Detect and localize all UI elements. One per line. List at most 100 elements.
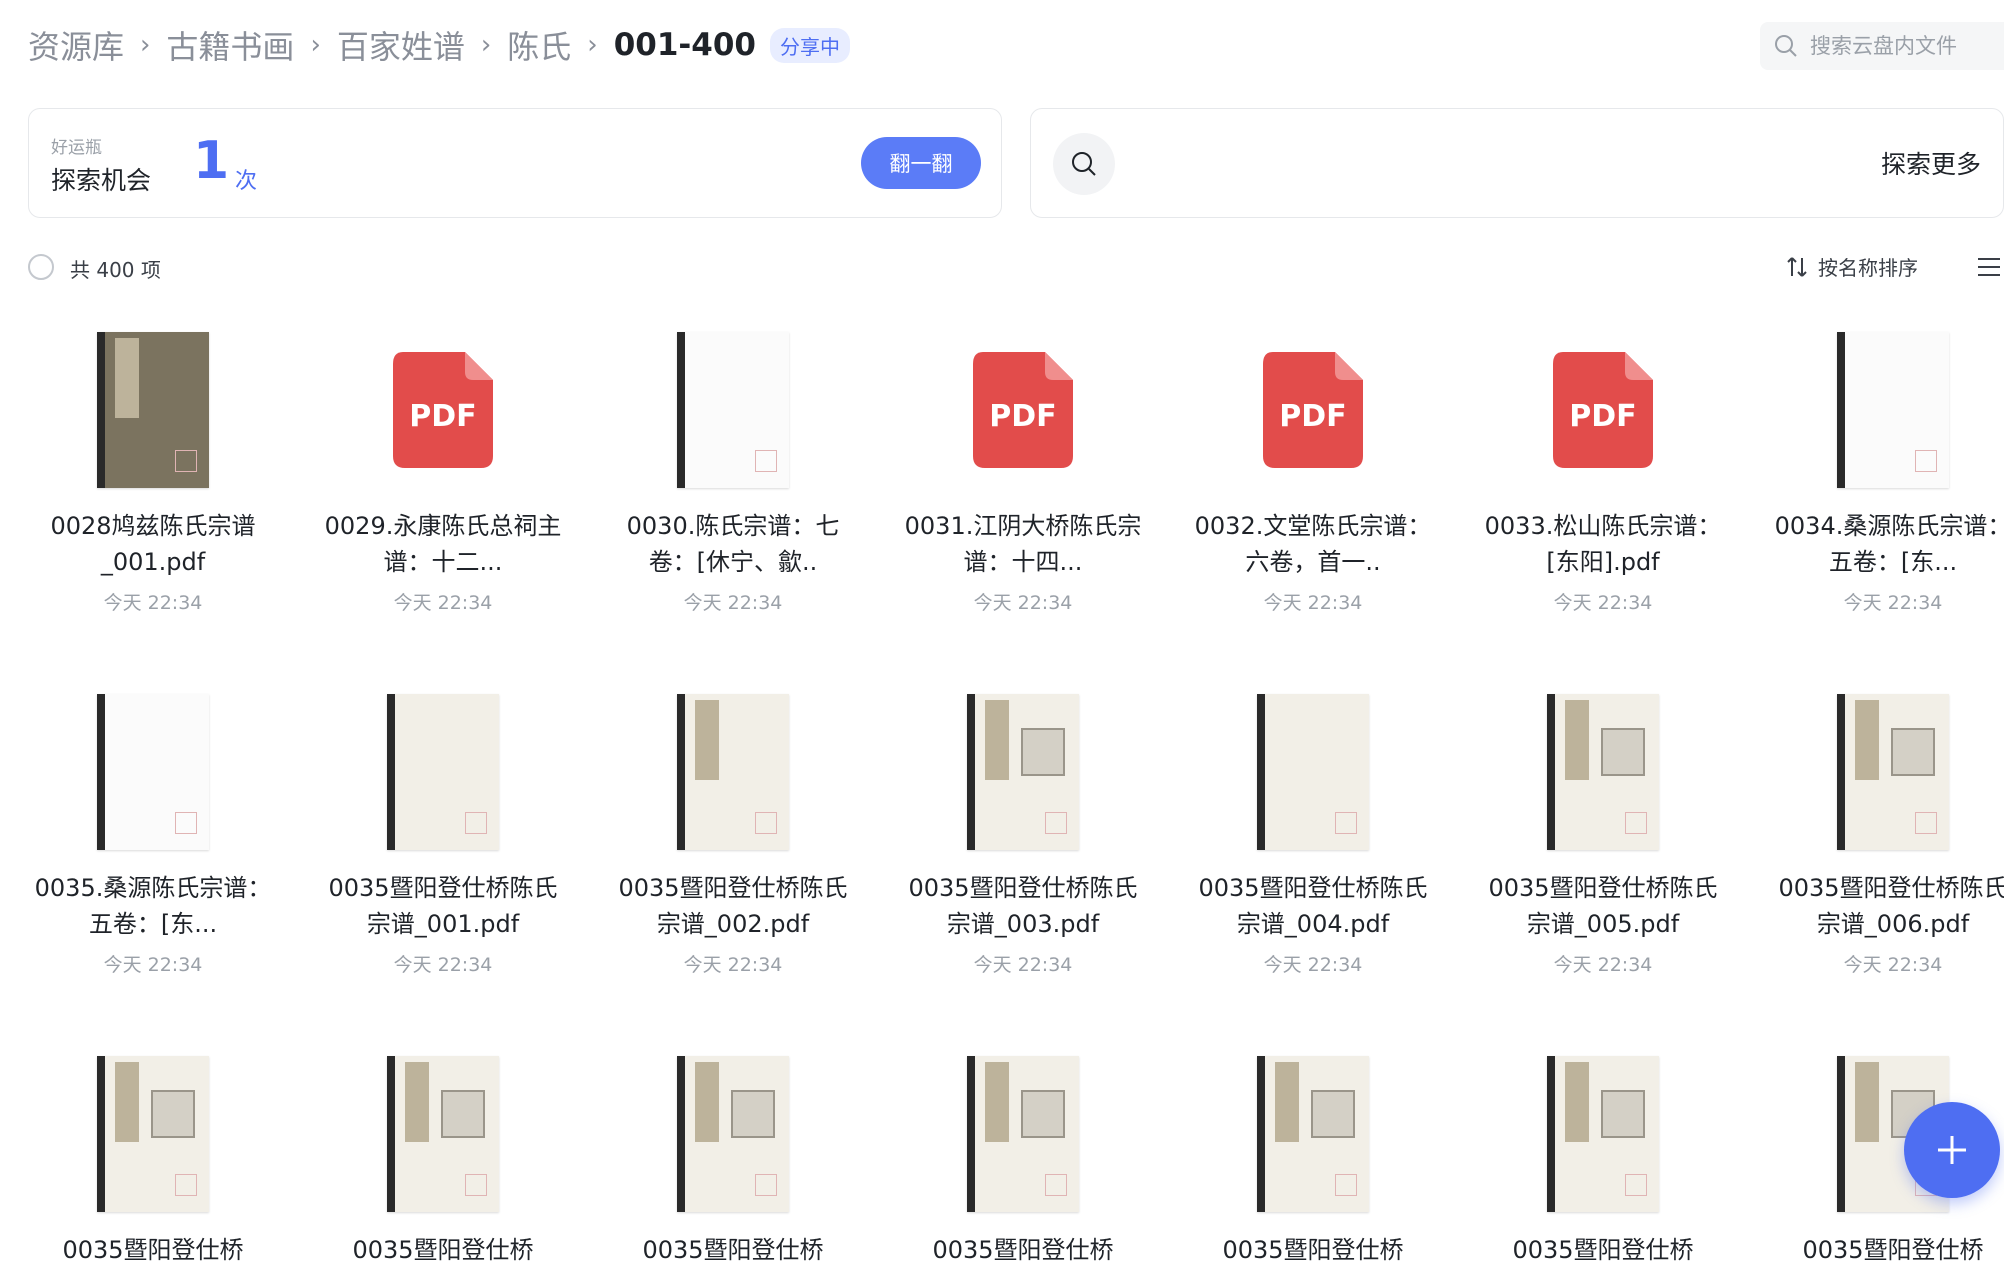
file-item[interactable]: 0030.陈氏宗谱：七卷：[休宁、歙.. 今天 22:34	[608, 320, 858, 615]
file-item[interactable]: PDF 0031.江阴大桥陈氏宗谱：十四... 今天 22:34	[898, 320, 1148, 615]
file-name: 0035.桑源陈氏宗谱：五卷：[东...	[34, 874, 272, 938]
breadcrumb-item-resources[interactable]: 资源库	[28, 22, 124, 68]
file-thumbnail[interactable]	[1478, 682, 1728, 862]
file-name: 0035暨阳登仕桥	[62, 1236, 244, 1264]
book-cover-thumbnail	[967, 694, 1079, 850]
file-thumbnail[interactable]	[898, 682, 1148, 862]
file-thumbnail[interactable]	[28, 1044, 278, 1224]
add-button[interactable]	[1904, 1102, 2000, 1198]
search-box[interactable]	[1760, 22, 2004, 70]
file-item[interactable]: 0035暨阳登仕桥陈氏宗谱_006.pdf 今天 22:34	[1768, 682, 2004, 977]
title-plate	[1021, 728, 1065, 776]
file-name: 0035暨阳登仕桥陈氏宗谱_004.pdf	[1198, 874, 1428, 938]
file-item[interactable]: 0035暨阳登仕桥	[1188, 1044, 1438, 1268]
explore-search-button[interactable]	[1053, 133, 1115, 195]
file-thumbnail[interactable]	[1768, 682, 2004, 862]
file-thumbnail[interactable]: PDF	[318, 320, 568, 500]
breadcrumb-separator: ›	[480, 30, 492, 60]
file-modified-time: 今天 22:34	[393, 954, 493, 976]
file-name: 0035暨阳登仕桥陈氏宗谱_003.pdf	[908, 874, 1138, 938]
book-cover-thumbnail	[1257, 1056, 1369, 1212]
title-plate	[1021, 1090, 1065, 1138]
pdf-file-icon: PDF	[1553, 352, 1653, 468]
file-modified-time: 今天 22:34	[1263, 592, 1363, 614]
book-cover-thumbnail	[1257, 694, 1369, 850]
file-item[interactable]: 0035暨阳登仕桥陈氏宗谱_003.pdf 今天 22:34	[898, 682, 1148, 977]
pdf-label: PDF	[409, 399, 476, 434]
seal-stamp	[465, 1174, 487, 1196]
file-thumbnail[interactable]	[318, 1044, 568, 1224]
file-thumbnail[interactable]	[28, 682, 278, 862]
book-cover-thumbnail	[677, 332, 789, 488]
file-item[interactable]: PDF 0032.文堂陈氏宗谱：六卷，首一.. 今天 22:34	[1188, 320, 1438, 615]
flip-button[interactable]: 翻一翻	[861, 137, 981, 189]
file-thumbnail[interactable]: PDF	[1478, 320, 1728, 500]
pdf-label: PDF	[1279, 399, 1346, 434]
title-strip	[115, 338, 139, 418]
title-strip	[1855, 1062, 1879, 1142]
file-thumbnail[interactable]: PDF	[1188, 320, 1438, 500]
explore-card[interactable]: 探索更多	[1030, 108, 2004, 218]
file-name: 0035暨阳登仕桥陈氏宗谱_005.pdf	[1488, 874, 1718, 938]
file-modified-time: 今天 22:34	[103, 592, 203, 614]
file-thumbnail[interactable]	[608, 682, 858, 862]
book-cover-thumbnail	[1837, 332, 1949, 488]
file-item[interactable]: 0028鸠兹陈氏宗谱_001.pdf 今天 22:34	[28, 320, 278, 615]
book-spine	[1837, 694, 1845, 850]
title-strip	[1275, 1062, 1299, 1142]
sort-button[interactable]: 按名称排序	[1784, 252, 1918, 281]
select-all-checkbox[interactable]	[28, 254, 54, 280]
file-thumbnail[interactable]	[1478, 1044, 1728, 1224]
file-item[interactable]: PDF 0033.松山陈氏宗谱：[东阳].pdf 今天 22:34	[1478, 320, 1728, 615]
file-item[interactable]: 0035暨阳登仕桥	[318, 1044, 568, 1268]
file-thumbnail[interactable]: PDF	[898, 320, 1148, 500]
plus-icon	[1938, 1136, 1966, 1164]
file-thumbnail[interactable]	[608, 320, 858, 500]
breadcrumb-item-chen[interactable]: 陈氏	[507, 22, 571, 68]
file-thumbnail[interactable]	[608, 1044, 858, 1224]
breadcrumb-item-ancient-books[interactable]: 古籍书画	[166, 22, 294, 68]
book-cover-thumbnail	[97, 1056, 209, 1212]
file-thumbnail[interactable]	[1188, 682, 1438, 862]
book-cover-thumbnail	[1547, 694, 1659, 850]
file-item[interactable]: 0035暨阳登仕桥	[28, 1044, 278, 1268]
book-spine	[1547, 1056, 1555, 1212]
pdf-file-icon: PDF	[1263, 352, 1363, 468]
book-spine	[97, 1056, 105, 1212]
file-item[interactable]: PDF 0029.永康陈氏总祠主谱：十二... 今天 22:34	[318, 320, 568, 615]
breadcrumb-separator: ›	[310, 30, 321, 60]
file-item[interactable]: 0035暨阳登仕桥陈氏宗谱_002.pdf 今天 22:34	[608, 682, 858, 977]
file-item[interactable]: 0034.桑源陈氏宗谱：五卷：[东... 今天 22:34	[1768, 320, 2004, 615]
book-spine	[967, 694, 975, 850]
explore-more-link[interactable]: 探索更多	[1881, 145, 1981, 181]
breadcrumb-current: 001-400	[613, 27, 756, 63]
file-item[interactable]: 0035暨阳登仕桥	[898, 1044, 1148, 1268]
explore-chance-label: 探索机会	[51, 166, 152, 195]
book-cover-thumbnail	[387, 694, 499, 850]
file-modified-time: 今天 22:34	[973, 954, 1073, 976]
file-item[interactable]: 0035暨阳登仕桥陈氏宗谱_004.pdf 今天 22:34	[1188, 682, 1438, 977]
file-thumbnail[interactable]	[318, 682, 568, 862]
file-item[interactable]: 0035暨阳登仕桥	[608, 1044, 858, 1268]
file-item[interactable]: 0035暨阳登仕桥	[1478, 1044, 1728, 1268]
file-name: 0029.永康陈氏总祠主谱：十二...	[324, 512, 562, 576]
file-modified-time: 今天 22:34	[1843, 954, 1943, 976]
book-spine	[1837, 1056, 1845, 1212]
book-cover-thumbnail	[1547, 1056, 1659, 1212]
title-plate	[1601, 1090, 1645, 1138]
list-view-icon[interactable]	[1976, 256, 2002, 278]
file-thumbnail[interactable]	[1768, 320, 2004, 500]
file-name: 0030.陈氏宗谱：七卷：[休宁、歙..	[626, 512, 840, 576]
breadcrumb-item-genealogy[interactable]: 百家姓谱	[337, 22, 465, 68]
title-strip	[1565, 700, 1589, 780]
file-item[interactable]: 0035暨阳登仕桥陈氏宗谱_005.pdf 今天 22:34	[1478, 682, 1728, 977]
file-item[interactable]: 0035.桑源陈氏宗谱：五卷：[东... 今天 22:34	[28, 682, 278, 977]
file-thumbnail[interactable]	[1188, 1044, 1438, 1224]
file-name: 0035暨阳登仕桥	[1802, 1236, 1984, 1264]
file-thumbnail[interactable]	[28, 320, 278, 500]
pdf-label: PDF	[1569, 399, 1636, 434]
search-input[interactable]	[1808, 33, 2004, 59]
file-item[interactable]: 0035暨阳登仕桥陈氏宗谱_001.pdf 今天 22:34	[318, 682, 568, 977]
file-name: 0034.桑源陈氏宗谱：五卷：[东...	[1774, 512, 2004, 576]
file-thumbnail[interactable]	[898, 1044, 1148, 1224]
